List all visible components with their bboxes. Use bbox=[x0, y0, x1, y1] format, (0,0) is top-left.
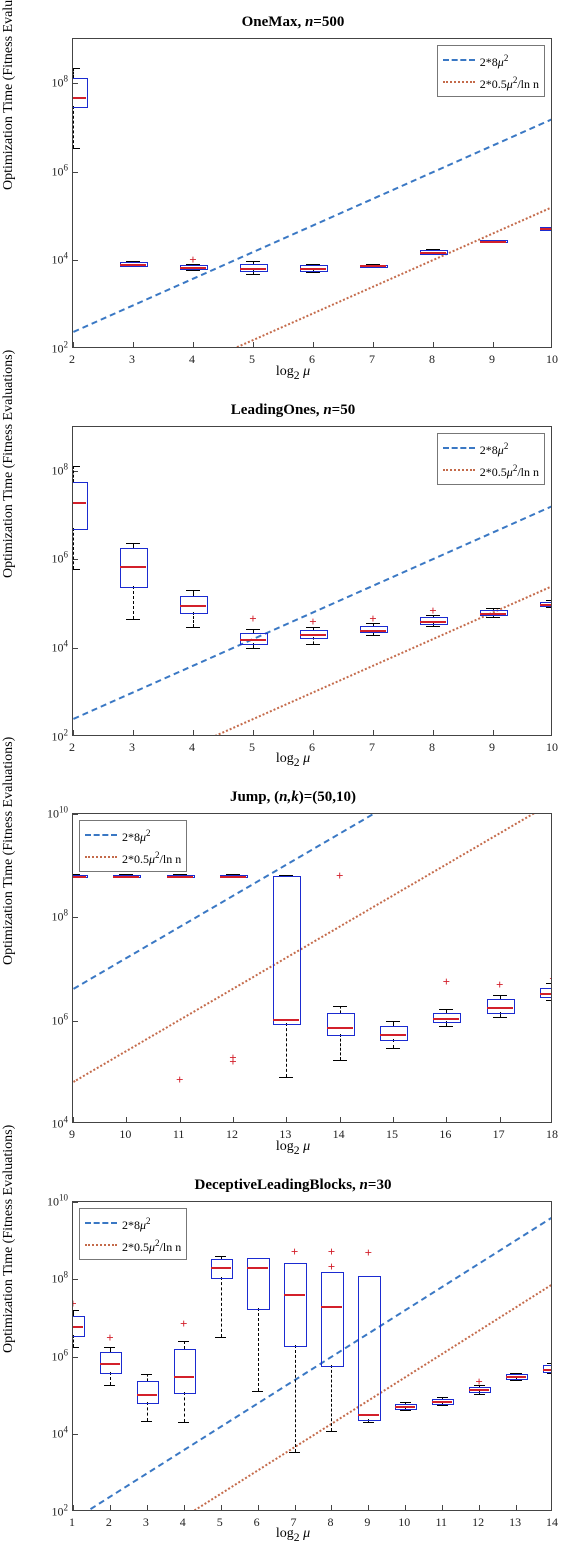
y-tick-label: 104 bbox=[12, 251, 68, 268]
x-axis-label: log2 μ bbox=[0, 751, 586, 769]
whisker-cap bbox=[547, 1373, 552, 1374]
x-tick-label: 7 bbox=[291, 1515, 297, 1530]
median-line bbox=[543, 1369, 552, 1371]
x-tick-label: 8 bbox=[429, 740, 435, 755]
x-tick-label: 12 bbox=[226, 1127, 238, 1142]
x-tick-label: 14 bbox=[333, 1127, 345, 1142]
x-tick-label: 18 bbox=[546, 1127, 558, 1142]
x-tick-label: 5 bbox=[249, 740, 255, 755]
chart-title: Jump, (n,k)=(50,10) bbox=[0, 789, 586, 806]
y-tick-label: 106 bbox=[12, 1011, 68, 1028]
outlier-point: + bbox=[549, 971, 552, 987]
x-tick-label: 16 bbox=[439, 1127, 451, 1142]
x-tick-label: 3 bbox=[143, 1515, 149, 1530]
x-tick-label: 9 bbox=[364, 1515, 370, 1530]
y-tick-label: 106 bbox=[12, 550, 68, 567]
y-tick-label: 108 bbox=[12, 908, 68, 925]
x-tick-label: 15 bbox=[386, 1127, 398, 1142]
y-tick-label: 1010 bbox=[12, 1192, 68, 1209]
x-axis-label: log2 μ bbox=[0, 364, 586, 382]
y-axis-label: Optimization Time (Fitness Evaluations) bbox=[1, 737, 17, 965]
median-line bbox=[540, 228, 552, 230]
x-tick-label: 2 bbox=[69, 740, 75, 755]
y-tick-label: 106 bbox=[12, 1347, 68, 1364]
y-tick-label: 104 bbox=[12, 1425, 68, 1442]
chart-panel: OneMax, n=500Optimization Time (Fitness … bbox=[0, 0, 586, 388]
x-tick-label: 17 bbox=[493, 1127, 505, 1142]
x-tick-label: 5 bbox=[217, 1515, 223, 1530]
x-tick-label: 4 bbox=[189, 352, 195, 367]
x-tick-label: 11 bbox=[173, 1127, 185, 1142]
y-tick-label: 1010 bbox=[12, 805, 68, 822]
x-tick-label: 6 bbox=[309, 352, 315, 367]
chart-title: DeceptiveLeadingBlocks, n=30 bbox=[0, 1177, 586, 1194]
plot-area: 2*8μ22*0.5μ2/ln n++++ bbox=[72, 426, 552, 736]
x-tick-label: 6 bbox=[254, 1515, 260, 1530]
chart-title: LeadingOnes, n=50 bbox=[0, 402, 586, 419]
x-tick-label: 8 bbox=[429, 352, 435, 367]
y-tick-label: 104 bbox=[12, 638, 68, 655]
box-plot bbox=[73, 1202, 551, 1510]
x-tick-label: 9 bbox=[69, 1127, 75, 1142]
x-tick-label: 6 bbox=[309, 740, 315, 755]
x-tick-label: 7 bbox=[369, 740, 375, 755]
x-tick-label: 1 bbox=[69, 1515, 75, 1530]
y-tick-label: 102 bbox=[12, 340, 68, 357]
chart-panel: Jump, (n,k)=(50,10)Optimization Time (Fi… bbox=[0, 775, 586, 1163]
plot-area: 2*8μ22*0.5μ2/ln n+ bbox=[72, 38, 552, 348]
whisker-cap bbox=[547, 1363, 552, 1364]
x-tick-label: 7 bbox=[369, 352, 375, 367]
median-line bbox=[540, 604, 552, 606]
x-tick-label: 13 bbox=[509, 1515, 521, 1530]
x-tick-label: 14 bbox=[546, 1515, 558, 1530]
x-tick-label: 10 bbox=[546, 352, 558, 367]
y-tick-label: 106 bbox=[12, 162, 68, 179]
x-tick-label: 12 bbox=[472, 1515, 484, 1530]
y-axis-label: Optimization Time (Fitness Evaluations) bbox=[1, 1124, 17, 1352]
y-tick-label: 108 bbox=[12, 1270, 68, 1287]
x-tick-label: 3 bbox=[129, 352, 135, 367]
x-tick-label: 9 bbox=[489, 352, 495, 367]
y-tick-label: 108 bbox=[12, 461, 68, 478]
x-tick-label: 2 bbox=[106, 1515, 112, 1530]
x-tick-label: 4 bbox=[180, 1515, 186, 1530]
box-plot: + bbox=[73, 814, 551, 1122]
x-tick-label: 10 bbox=[546, 740, 558, 755]
median-line bbox=[540, 993, 552, 995]
whisker-cap bbox=[546, 600, 552, 601]
box-plot bbox=[73, 39, 551, 347]
x-tick-label: 8 bbox=[327, 1515, 333, 1530]
x-tick-label: 13 bbox=[279, 1127, 291, 1142]
y-tick-label: 102 bbox=[12, 727, 68, 744]
chart-panel: LeadingOnes, n=50Optimization Time (Fitn… bbox=[0, 388, 586, 776]
x-tick-label: 10 bbox=[119, 1127, 131, 1142]
whisker-cap bbox=[546, 1000, 552, 1001]
y-tick-label: 108 bbox=[12, 74, 68, 91]
x-tick-label: 4 bbox=[189, 740, 195, 755]
x-tick-label: 2 bbox=[69, 352, 75, 367]
plot-area: 2*8μ22*0.5μ2/ln n+++++++ bbox=[72, 813, 552, 1123]
plot-area: 2*8μ22*0.5μ2/ln n++++++++ bbox=[72, 1201, 552, 1511]
chart-panel: DeceptiveLeadingBlocks, n=30Optimization… bbox=[0, 1163, 586, 1550]
x-tick-label: 9 bbox=[489, 740, 495, 755]
box-plot bbox=[73, 427, 551, 735]
x-tick-label: 11 bbox=[435, 1515, 447, 1530]
x-tick-label: 3 bbox=[129, 740, 135, 755]
chart-title: OneMax, n=500 bbox=[0, 14, 586, 31]
y-tick-label: 104 bbox=[12, 1115, 68, 1132]
x-tick-label: 5 bbox=[249, 352, 255, 367]
y-tick-label: 102 bbox=[12, 1502, 68, 1519]
x-tick-label: 10 bbox=[398, 1515, 410, 1530]
